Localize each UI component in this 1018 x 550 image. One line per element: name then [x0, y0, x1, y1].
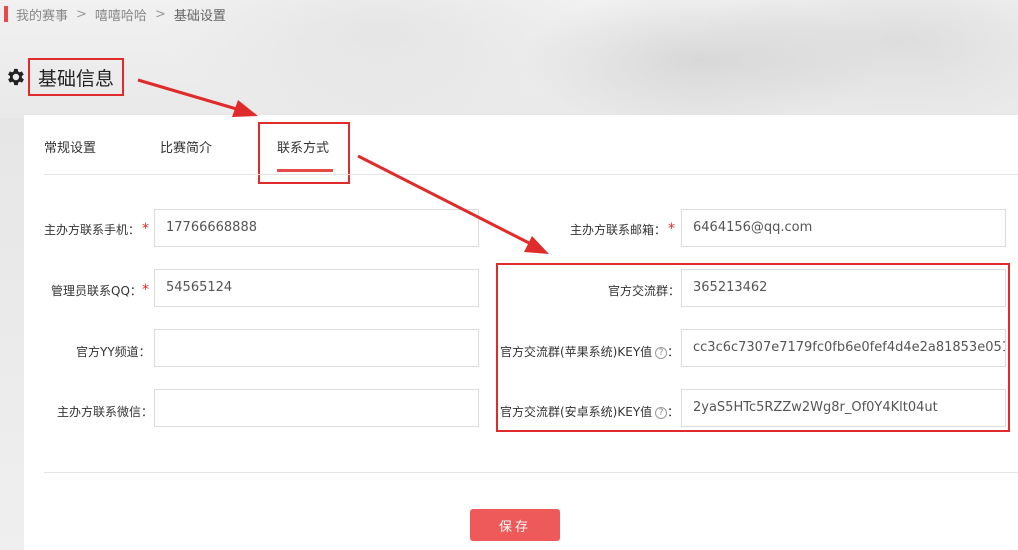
breadcrumb-separator: > [76, 6, 87, 22]
admin-qq-input[interactable]: 54565124 [154, 269, 479, 307]
tab-intro[interactable]: 比赛简介 [160, 137, 212, 156]
required-mark: * [668, 221, 675, 237]
tab-divider [44, 174, 1018, 175]
yy-channel-input[interactable] [154, 329, 479, 367]
yy-channel-label: 官方YY频道： [76, 345, 151, 359]
organizer-phone-input[interactable]: 17766668888 [154, 209, 479, 247]
breadcrumb: 我的赛事 > 嘻嘻哈哈 > 基础设置 [0, 4, 226, 24]
required-mark: * [142, 282, 149, 298]
breadcrumb-event[interactable]: 嘻嘻哈哈 [95, 5, 147, 24]
form-divider [44, 472, 1018, 473]
gear-icon [8, 68, 24, 86]
organizer-phone-label: 主办方联系手机： [44, 223, 141, 237]
page-title: 基础信息 [28, 58, 125, 96]
breadcrumb-accent-bar [4, 6, 8, 22]
organizer-email-label: 主办方联系邮箱： [570, 223, 667, 237]
organizer-email-input[interactable]: 6464156@qq.com [681, 209, 1006, 247]
organizer-wechat-input[interactable] [154, 389, 479, 427]
breadcrumb-my-events[interactable]: 我的赛事 [16, 5, 68, 24]
annotation-box-fields [496, 263, 1010, 432]
side-background [0, 118, 24, 550]
required-mark: * [142, 221, 149, 237]
admin-qq-label: 管理员联系QQ： [51, 284, 142, 298]
organizer-wechat-label: 主办方联系微信： [57, 405, 154, 419]
tab-general[interactable]: 常规设置 [44, 137, 96, 156]
section-header: 基础信息 [4, 58, 125, 96]
save-button[interactable]: 保存 [470, 509, 560, 541]
breadcrumb-current: 基础设置 [173, 8, 226, 24]
settings-panel: 常规设置 比赛简介 联系方式 主办方联系手机： * 17766668888 主办… [24, 115, 1018, 550]
breadcrumb-separator: > [154, 6, 166, 22]
